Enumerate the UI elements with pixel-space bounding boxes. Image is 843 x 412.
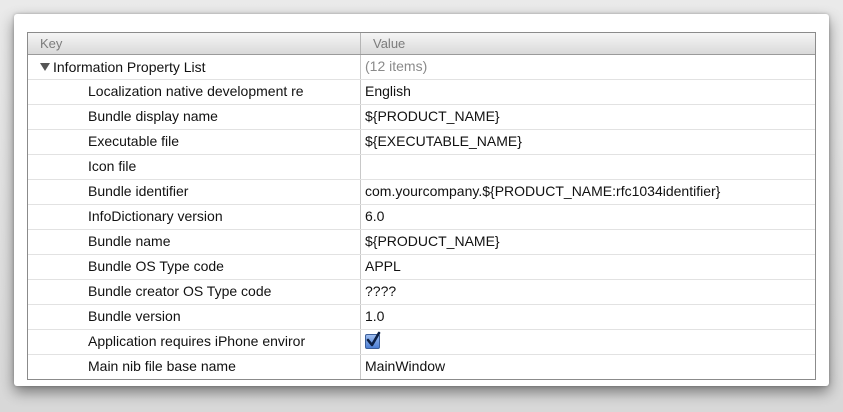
table-row[interactable]: Icon file [28,155,815,180]
key-column-header[interactable]: Key [28,33,361,54]
value-cell[interactable]: ???? [361,280,815,304]
root-key-cell: Information Property List [28,55,361,79]
value-cell[interactable]: ${EXECUTABLE_NAME} [361,130,815,154]
table-header: Key Value [28,33,815,55]
key-cell[interactable]: Bundle name [28,230,361,254]
value-cell[interactable]: ${PRODUCT_NAME} [361,105,815,129]
key-cell[interactable]: Executable file [28,130,361,154]
key-cell[interactable]: Main nib file base name [28,355,361,379]
table-row[interactable]: Bundle version 1.0 [28,305,815,330]
key-cell[interactable]: Bundle version [28,305,361,329]
table-row[interactable]: InfoDictionary version 6.0 [28,205,815,230]
table-row[interactable]: Application requires iPhone enviror [28,330,815,355]
value-cell[interactable]: APPL [361,255,815,279]
value-cell[interactable] [361,155,815,179]
key-cell[interactable]: Bundle display name [28,105,361,129]
key-cell[interactable]: Bundle identifier [28,180,361,204]
key-cell[interactable]: Bundle OS Type code [28,255,361,279]
table-row[interactable]: Bundle name ${PRODUCT_NAME} [28,230,815,255]
table-row[interactable]: Localization native development re Engli… [28,80,815,105]
value-cell[interactable]: English [361,80,815,104]
table-row[interactable]: Main nib file base name MainWindow [28,355,815,379]
checkmark-icon [366,331,381,347]
value-cell[interactable]: 1.0 [361,305,815,329]
value-cell[interactable]: MainWindow [361,355,815,379]
key-cell[interactable]: InfoDictionary version [28,205,361,229]
value-cell [361,330,815,354]
property-list-table: Key Value Information Property List (12 … [27,32,816,380]
table-row[interactable]: Bundle OS Type code APPL [28,255,815,280]
requires-iphone-checkbox[interactable] [365,331,381,349]
key-cell[interactable]: Icon file [28,155,361,179]
table-row[interactable]: Executable file ${EXECUTABLE_NAME} [28,130,815,155]
value-cell[interactable]: com.yourcompany.${PRODUCT_NAME:rfc1034id… [361,180,815,204]
table-row[interactable]: Bundle creator OS Type code ???? [28,280,815,305]
root-value-cell: (12 items) [365,58,428,74]
window-card: Key Value Information Property List (12 … [14,14,829,386]
table-row[interactable]: Bundle identifier com.yourcompany.${PROD… [28,180,815,205]
table-row-root[interactable]: Information Property List (12 items) [28,55,815,80]
table-row[interactable]: Bundle display name ${PRODUCT_NAME} [28,105,815,130]
value-cell[interactable]: 6.0 [361,205,815,229]
root-key-label: Information Property List [53,58,206,75]
value-column-header[interactable]: Value [361,33,815,54]
disclosure-triangle-icon[interactable] [40,63,50,71]
key-cell[interactable]: Bundle creator OS Type code [28,280,361,304]
key-cell[interactable]: Localization native development re [28,80,361,104]
value-cell[interactable]: ${PRODUCT_NAME} [361,230,815,254]
key-cell[interactable]: Application requires iPhone enviror [28,330,361,354]
